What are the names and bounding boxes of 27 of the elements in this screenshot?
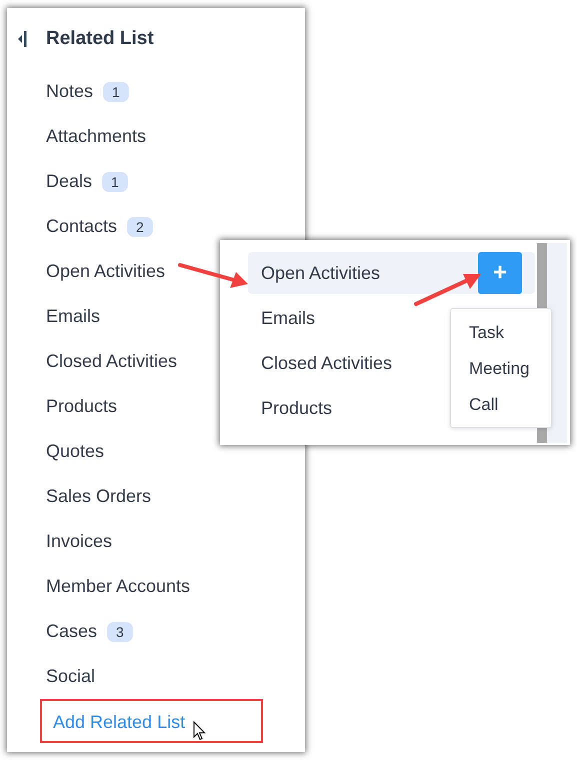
related-list-item[interactable]: Open Activities + [248, 252, 535, 294]
related-list-item[interactable]: Closed Activities [46, 351, 178, 372]
related-list-item[interactable]: Attachments [46, 126, 146, 147]
collapse-icon[interactable] [18, 30, 27, 48]
related-list-item[interactable]: Cases [46, 621, 98, 642]
related-list-item[interactable]: Open Activities [46, 261, 166, 282]
related-list-item[interactable]: Social [46, 666, 96, 687]
menu-item[interactable]: Meeting [451, 351, 551, 387]
count-badge: 2 [127, 216, 153, 236]
count-badge: 3 [107, 622, 133, 642]
related-list-item[interactable]: Quotes [46, 441, 104, 462]
panel-title: Related List [46, 28, 154, 50]
related-list-item[interactable]: Notes [46, 81, 94, 102]
related-list-item[interactable]: Contacts [46, 216, 118, 237]
arrow [414, 274, 481, 306]
related-list-item[interactable]: Member Accounts [46, 576, 190, 597]
count-badge: 1 [103, 82, 129, 102]
menu-item[interactable]: Task [451, 315, 551, 351]
related-list-item[interactable]: Products [46, 396, 118, 417]
related-list-item[interactable]: Invoices [46, 531, 112, 552]
count-badge: 1 [102, 172, 128, 192]
cursor-icon [193, 721, 206, 741]
related-list-item[interactable]: Sales Orders [46, 486, 152, 507]
related-list-item[interactable]: Deals [46, 171, 92, 192]
related-list-item[interactable]: Emails [46, 306, 100, 327]
arrow [178, 263, 248, 288]
menu-item[interactable]: Call [451, 387, 551, 423]
